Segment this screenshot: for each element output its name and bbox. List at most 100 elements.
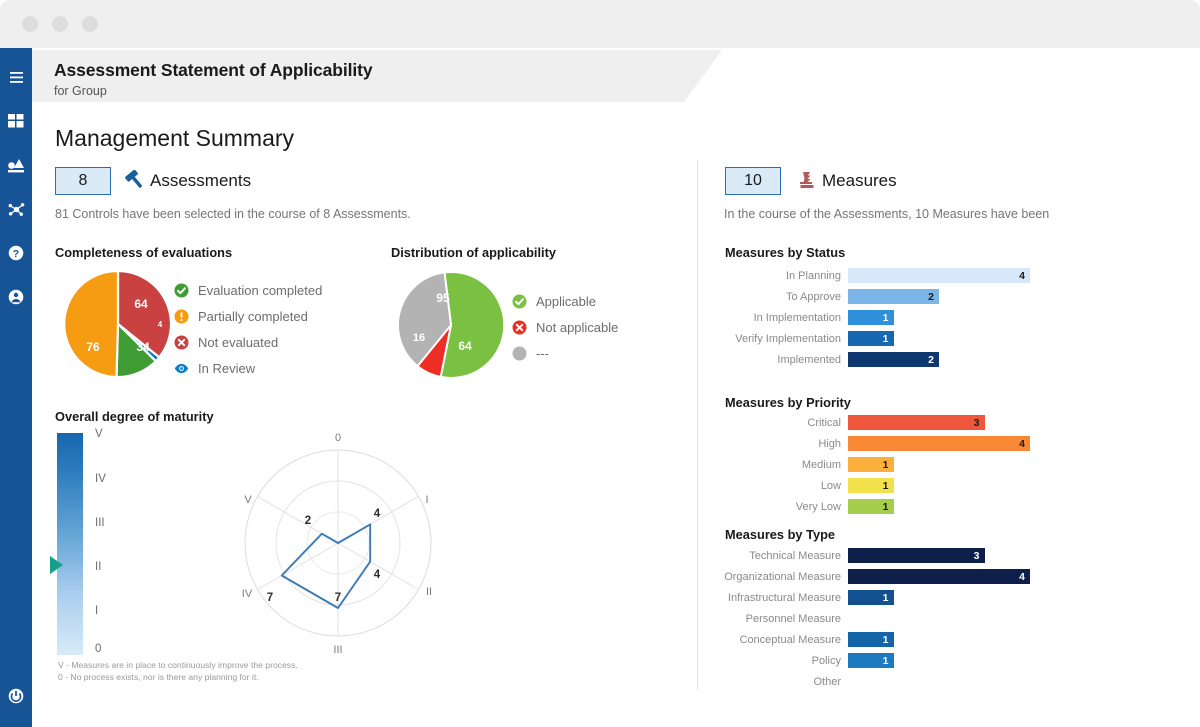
bar-row[interactable]: Very Low 1: [724, 496, 1030, 517]
bar-label: Verify Implementation: [735, 332, 841, 345]
maximize-dot-icon[interactable]: [52, 16, 68, 32]
bar-row[interactable]: High 4: [724, 433, 1030, 454]
legend-item[interactable]: Applicable: [512, 288, 618, 314]
bar-row[interactable]: Conceptual Measure 1: [724, 629, 1030, 650]
bar-row[interactable]: Implemented 2: [724, 349, 1030, 370]
bar-value: 2: [928, 290, 934, 303]
page-header-subtitle: for Group: [54, 84, 107, 98]
eye-icon: [174, 361, 189, 376]
measures-count-box[interactable]: 10: [725, 167, 781, 195]
legend-item[interactable]: Not applicable: [512, 314, 618, 340]
svg-text:7: 7: [335, 592, 341, 604]
bar-value: 4: [1019, 437, 1025, 450]
svg-text:III: III: [333, 644, 342, 656]
completeness-pie-chart: 64 76 34 4: [62, 268, 174, 385]
sidebar-item-help[interactable]: ?: [0, 236, 32, 270]
hamburger-menu-icon: [9, 71, 24, 84]
maturity-tick: III: [95, 517, 105, 529]
legend-item[interactable]: Not evaluated: [174, 329, 322, 355]
measures-lead-text: In the course of the Assessments, 10 Mea…: [724, 207, 1050, 221]
bar-value: 3: [973, 549, 980, 562]
bar-row[interactable]: Infrastructural Measure 1: [724, 587, 1030, 608]
legend-item[interactable]: Partially completed: [174, 303, 322, 329]
maturity-tick: V: [95, 428, 103, 440]
bar-label: Policy: [811, 654, 841, 667]
bar-row[interactable]: Policy 1: [724, 650, 1030, 671]
assessments-label: Assessments: [150, 171, 252, 190]
bar-label: Technical Measure: [749, 549, 841, 562]
page-title: Management Summary: [55, 125, 295, 151]
sidebar-item-dashboard[interactable]: [0, 104, 32, 138]
assessments-count-box[interactable]: 8: [55, 167, 111, 195]
type-section-title: Measures by Type: [725, 527, 836, 542]
legend-label: Evaluation completed: [198, 282, 323, 298]
maturity-tick: I: [95, 605, 99, 617]
bar-row[interactable]: In Implementation 1: [724, 307, 1030, 328]
sidebar-item-logout[interactable]: [0, 679, 32, 713]
network-nodes-icon: [8, 202, 25, 217]
bar-value: 1: [882, 654, 889, 667]
legend-item[interactable]: In Review: [174, 355, 322, 381]
bar-row[interactable]: In Planning 4: [724, 265, 1030, 286]
sidebar-item-menu[interactable]: [0, 60, 32, 94]
maturity-tick: IV: [95, 473, 106, 485]
maturity-note-line-2: 0 - No process exists, nor is there any …: [58, 671, 259, 682]
bar-row[interactable]: Low 1: [724, 475, 1030, 496]
bar-label: Other: [813, 675, 841, 688]
bar-label: Infrastructural Measure: [727, 591, 841, 604]
bar-label: Conceptual Measure: [739, 633, 841, 646]
legend-label: ---: [536, 345, 549, 361]
bar-label: High: [818, 437, 841, 450]
svg-text:34: 34: [136, 340, 150, 354]
column-divider: [697, 160, 698, 690]
bar-row[interactable]: Verify Implementation 1: [724, 328, 1030, 349]
legend-item[interactable]: ---: [512, 340, 618, 366]
svg-text:4: 4: [374, 569, 381, 581]
sidebar-item-reports[interactable]: [0, 148, 32, 182]
svg-text:0: 0: [335, 432, 341, 444]
sidebar-item-account[interactable]: [0, 280, 32, 314]
bar-value: 1: [882, 479, 889, 492]
gray-dot-icon: [512, 346, 527, 361]
bar-value: 4: [1019, 269, 1025, 282]
close-dot-icon[interactable]: [82, 16, 98, 32]
completeness-legend: Evaluation completed Partially completed…: [174, 277, 322, 381]
legend-label: Not applicable: [536, 319, 619, 335]
bar-row[interactable]: Organizational Measure 4: [724, 566, 1030, 587]
svg-text:64: 64: [458, 339, 472, 353]
bar-row[interactable]: Critical 3: [724, 412, 1030, 433]
page-header-title: Assessment Statement of Applicability: [54, 60, 373, 80]
svg-text:16: 16: [413, 332, 425, 344]
bar-row[interactable]: Personnel Measure: [724, 608, 1030, 629]
bar-value: 1: [882, 500, 889, 513]
bar-row[interactable]: Other: [724, 671, 1030, 692]
legend-label: Applicable: [536, 293, 596, 309]
maturity-gradient-bar: [57, 433, 83, 655]
applicability-section-title: Distribution of applicability: [391, 245, 556, 260]
bar-value: 1: [882, 311, 889, 324]
bar-row[interactable]: To Approve 2: [724, 286, 1030, 307]
bar-label: In Planning: [785, 269, 841, 282]
bar-value: 3: [973, 416, 980, 429]
check-circle-icon: [174, 283, 189, 298]
minimize-dot-icon[interactable]: [22, 16, 38, 32]
bar-value: 1: [882, 633, 889, 646]
svg-text:?: ?: [13, 248, 19, 260]
bar-label: Low: [820, 479, 841, 492]
legend-item[interactable]: Evaluation completed: [174, 277, 322, 303]
legend-label: Partially completed: [198, 308, 308, 324]
assessments-lead-text: 81 Controls have been selected in the co…: [55, 207, 411, 221]
x-circle-icon: [512, 320, 527, 335]
svg-text:95: 95: [436, 291, 450, 305]
sidebar-item-network[interactable]: [0, 192, 32, 226]
bar-value: 1: [882, 591, 889, 604]
help-question-icon: ?: [8, 245, 24, 261]
app-window: ? Assessment Statement of Applicability …: [0, 0, 1200, 727]
bar-row[interactable]: Medium 1: [724, 454, 1030, 475]
user-account-icon: [8, 289, 24, 305]
bar-row[interactable]: Technical Measure 3: [724, 545, 1030, 566]
assessments-count-value: 8: [78, 172, 88, 189]
legend-label: Not evaluated: [198, 334, 279, 350]
svg-text:76: 76: [86, 340, 100, 354]
bar-label: Medium: [801, 458, 841, 471]
